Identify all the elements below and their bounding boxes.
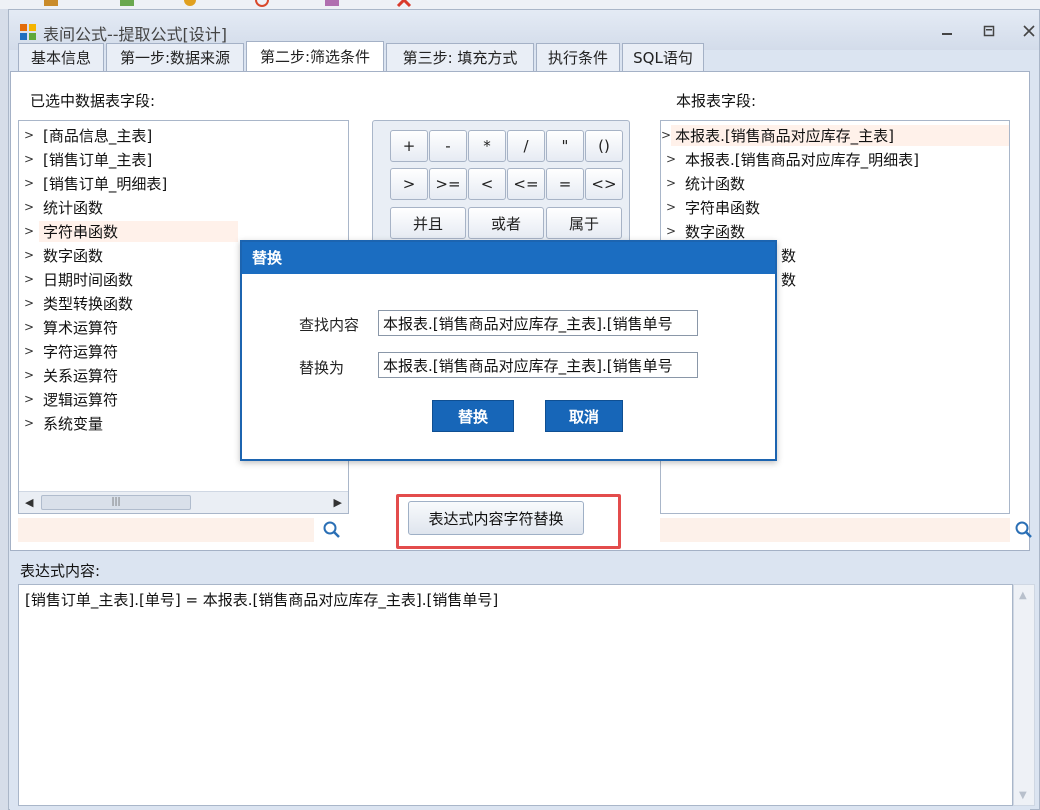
find-label: 查找内容 bbox=[299, 316, 360, 334]
quote-button[interactable]: " bbox=[546, 130, 584, 162]
neq-button[interactable]: <> bbox=[585, 168, 623, 200]
tree-item[interactable]: > 统计函数 bbox=[661, 171, 1009, 195]
dialog-title: 替换 bbox=[242, 242, 775, 274]
chevron-right-icon: > bbox=[23, 320, 35, 334]
replace-confirm-button[interactable]: 替换 bbox=[432, 400, 514, 432]
expression-label: 表达式内容: bbox=[20, 562, 101, 580]
app-grid-icon bbox=[20, 24, 36, 40]
tab-fill-method[interactable]: 第三步: 填充方式 bbox=[386, 43, 534, 71]
minus-button[interactable]: - bbox=[429, 130, 467, 162]
vertical-scrollbar[interactable]: ▲ ▼ bbox=[1013, 584, 1035, 806]
chevron-right-icon: > bbox=[23, 296, 35, 310]
replace-with-label: 替换为 bbox=[299, 359, 345, 377]
replace-dialog: 替换 查找内容 替换为 替换 取消 bbox=[240, 240, 777, 461]
tab-sql[interactable]: SQL语句 bbox=[622, 43, 704, 71]
gt-button[interactable]: > bbox=[390, 168, 428, 200]
chevron-right-icon: > bbox=[23, 416, 35, 430]
multiply-button[interactable]: * bbox=[468, 130, 506, 162]
tab-basic-info[interactable]: 基本信息 bbox=[18, 43, 104, 71]
in-button[interactable]: 属于 bbox=[546, 207, 622, 239]
chevron-right-icon: > bbox=[661, 128, 672, 142]
tree-item[interactable]: > 本报表.[销售商品对应库存_明细表] bbox=[661, 147, 1009, 171]
divide-button[interactable]: / bbox=[507, 130, 545, 162]
tab-filter-conditions[interactable]: 第二步:筛选条件 bbox=[246, 41, 384, 71]
scroll-thumb[interactable]: ||| bbox=[41, 495, 191, 510]
tree-item[interactable]: > [销售订单_明细表] bbox=[19, 171, 348, 195]
chevron-right-icon: > bbox=[23, 224, 35, 238]
plus-button[interactable]: + bbox=[390, 130, 428, 162]
toolbar-icons-strip bbox=[44, 0, 412, 8]
chevron-right-icon: > bbox=[23, 200, 35, 214]
lt-button[interactable]: < bbox=[468, 168, 506, 200]
cancel-button[interactable]: 取消 bbox=[545, 400, 623, 432]
report-fields-label: 本报表字段: bbox=[676, 92, 757, 110]
chevron-right-icon: > bbox=[23, 176, 35, 190]
tree-item-selected[interactable]: > 本报表.[销售商品对应库存_主表] bbox=[661, 123, 1009, 147]
parentheses-button[interactable]: () bbox=[585, 130, 623, 162]
eq-button[interactable]: = bbox=[546, 168, 584, 200]
chevron-right-icon: > bbox=[23, 392, 35, 406]
tree-item[interactable]: > [销售订单_主表] bbox=[19, 147, 348, 171]
scroll-up-icon[interactable]: ▲ bbox=[1019, 590, 1027, 601]
tree-item[interactable]: > 字符串函数 bbox=[661, 195, 1009, 219]
tree-item[interactable]: > [商品信息_主表] bbox=[19, 123, 348, 147]
search-icon[interactable] bbox=[322, 520, 342, 540]
tree-item[interactable]: > 统计函数 bbox=[19, 195, 348, 219]
minimize-button[interactable] bbox=[935, 20, 959, 42]
chevron-right-icon: > bbox=[23, 272, 35, 286]
chevron-right-icon: > bbox=[665, 176, 677, 190]
chevron-right-icon: > bbox=[23, 368, 35, 382]
main-toolbar bbox=[0, 0, 1040, 9]
left-search-input[interactable] bbox=[18, 518, 314, 542]
chevron-right-icon: > bbox=[665, 152, 677, 166]
chevron-right-icon: > bbox=[23, 152, 35, 166]
restore-icon bbox=[983, 25, 995, 37]
chevron-right-icon: > bbox=[23, 344, 35, 358]
lte-button[interactable]: <= bbox=[507, 168, 545, 200]
horizontal-scrollbar[interactable]: ◀ ||| ▶ bbox=[19, 491, 348, 513]
tab-data-source[interactable]: 第一步:数据来源 bbox=[106, 43, 244, 71]
restore-button[interactable] bbox=[977, 20, 1001, 42]
scroll-left-icon[interactable]: ◀ bbox=[25, 496, 33, 509]
replace-input[interactable] bbox=[378, 352, 698, 378]
or-button[interactable]: 或者 bbox=[468, 207, 544, 239]
close-icon bbox=[1023, 25, 1035, 37]
gte-button[interactable]: >= bbox=[429, 168, 467, 200]
selected-fields-label: 已选中数据表字段: bbox=[30, 92, 156, 110]
close-button[interactable] bbox=[1017, 20, 1040, 42]
chevron-right-icon: > bbox=[23, 128, 35, 142]
replace-text-button[interactable]: 表达式内容字符替换 bbox=[408, 501, 584, 535]
minimize-icon bbox=[942, 33, 952, 35]
chevron-right-icon: > bbox=[23, 248, 35, 262]
chevron-right-icon: > bbox=[665, 200, 677, 214]
search-icon[interactable] bbox=[1014, 520, 1034, 540]
and-button[interactable]: 并且 bbox=[390, 207, 466, 239]
find-input[interactable] bbox=[378, 310, 698, 336]
scroll-down-icon[interactable]: ▼ bbox=[1019, 790, 1027, 801]
tab-exec-conditions[interactable]: 执行条件 bbox=[536, 43, 620, 71]
chevron-right-icon: > bbox=[665, 224, 677, 238]
window-title: 表间公式--提取公式[设计] bbox=[43, 25, 228, 44]
right-search-input[interactable] bbox=[660, 518, 1010, 542]
expression-editor[interactable]: [销售订单_主表].[单号] = 本报表.[销售商品对应库存_主表].[销售单号… bbox=[18, 584, 1013, 806]
scroll-right-icon[interactable]: ▶ bbox=[334, 496, 342, 509]
